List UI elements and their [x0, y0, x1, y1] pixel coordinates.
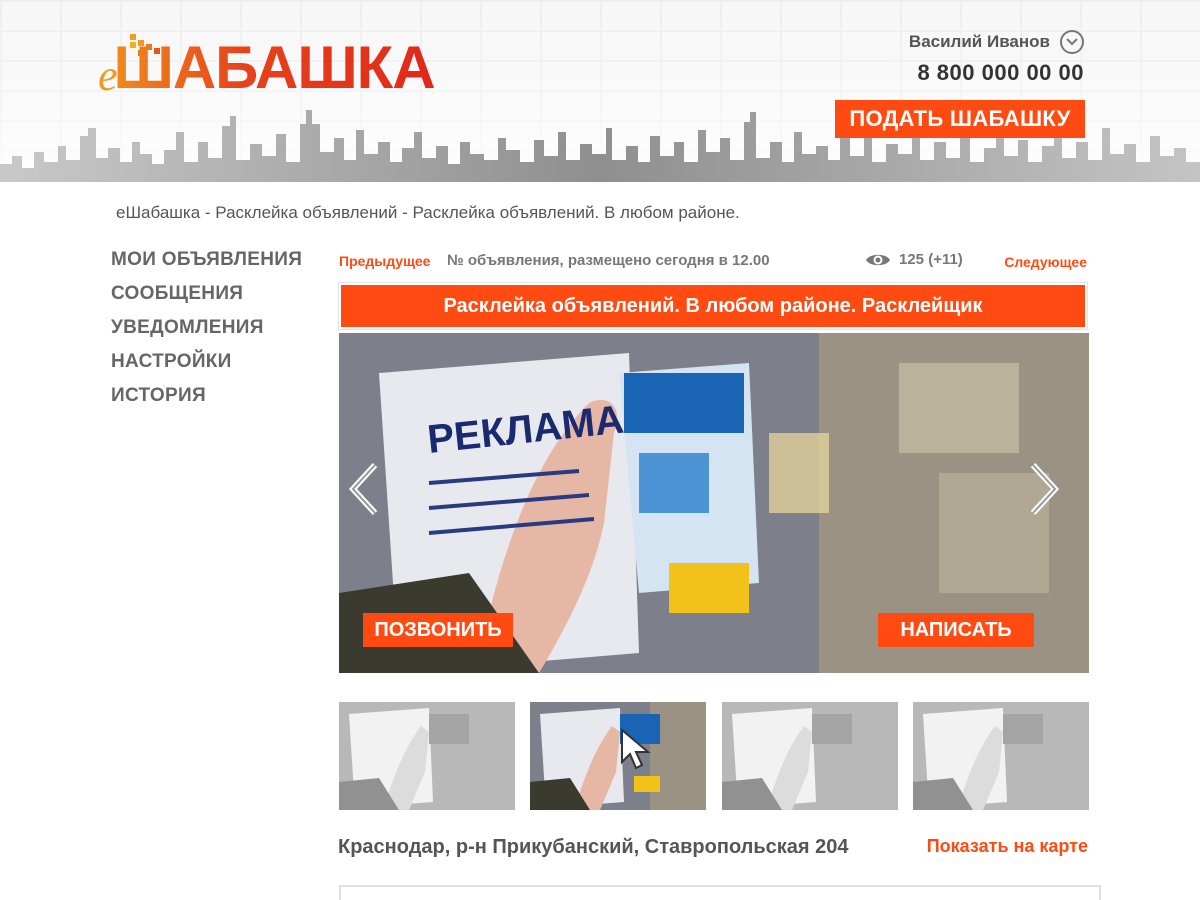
view-count: 125 (+11): [899, 251, 963, 268]
thumbnail-4[interactable]: [913, 702, 1089, 810]
logo-text: ШАБАШКА: [113, 34, 436, 101]
sidebar-item-settings[interactable]: НАСТРОЙКИ: [111, 350, 302, 384]
sidebar-item-messages[interactable]: СООБЩЕНИЯ: [111, 282, 302, 316]
thumbnail-3[interactable]: [722, 702, 898, 810]
sidebar-nav: МОИ ОБЪЯВЛЕНИЯ СООБЩЕНИЯ УВЕДОМЛЕНИЯ НАС…: [111, 248, 302, 418]
ad-meta-bar: Предыдущее № объявления, размещено сегод…: [339, 251, 1087, 273]
post-ad-button[interactable]: ПОДАТЬ ШАБАШКУ: [835, 100, 1085, 138]
view-counter: 125 (+11): [865, 251, 963, 268]
chevron-down-icon[interactable]: [1060, 30, 1084, 54]
chevron-left-icon[interactable]: [343, 461, 387, 517]
eye-icon: [866, 254, 890, 265]
main-photo[interactable]: РЕКЛАМА ПОЗВОНИТЬ НАПИСАТЬ: [339, 333, 1089, 673]
description-box: [339, 885, 1101, 900]
thumbnail-image: [722, 702, 898, 810]
previous-ad-link[interactable]: Предыдущее: [339, 253, 430, 269]
thumbnail-2[interactable]: [530, 702, 706, 810]
site-header: e ШАБАШКА Василий Иванов 8 800 000 00 00…: [0, 0, 1200, 182]
phone-number: 8 800 000 00 00: [917, 60, 1084, 85]
write-button[interactable]: НАПИСАТЬ: [878, 613, 1034, 647]
ad-location: Краснодар, р-н Прикубанский, Ставропольс…: [338, 836, 849, 858]
ad-title: Расклейка объявлений. В любом районе. Ра…: [338, 282, 1088, 330]
user-menu[interactable]: Василий Иванов: [909, 30, 1084, 54]
ad-info: № объявления, размещено сегодня в 12.00: [447, 252, 770, 269]
call-button[interactable]: ПОЗВОНИТЬ: [363, 613, 513, 647]
breadcrumb: еШабашка - Расклейка объявлений - Раскле…: [116, 203, 740, 222]
thumbnail-image: [913, 702, 1089, 810]
show-on-map-link[interactable]: Показать на карте: [927, 836, 1088, 857]
thumbnail-strip: [339, 702, 1089, 810]
mouse-pointer-icon: [621, 728, 651, 770]
next-ad-link[interactable]: Следующее: [1004, 254, 1087, 270]
thumbnail-image: [339, 702, 515, 810]
sidebar-item-history[interactable]: ИСТОРИЯ: [111, 384, 302, 418]
sidebar-item-notifications[interactable]: УВЕДОМЛЕНИЯ: [111, 316, 302, 350]
site-logo[interactable]: e ШАБАШКА: [98, 32, 436, 101]
user-name[interactable]: Василий Иванов: [909, 32, 1050, 52]
chevron-right-icon[interactable]: [1021, 461, 1065, 517]
thumbnail-1[interactable]: [339, 702, 515, 810]
sidebar-item-my-ads[interactable]: МОИ ОБЪЯВЛЕНИЯ: [111, 248, 302, 282]
